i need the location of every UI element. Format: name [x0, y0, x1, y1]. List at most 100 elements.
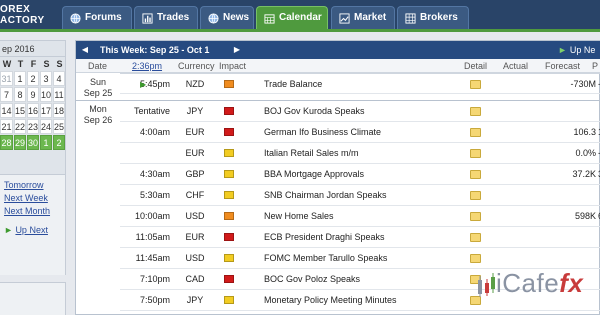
impact-low-icon[interactable]	[224, 170, 234, 178]
folder-detail-icon[interactable]	[470, 254, 481, 263]
up-next-button[interactable]: ► Up Ne	[558, 41, 595, 59]
tab-forums[interactable]: Forums	[62, 6, 132, 30]
event-time: 11:45am	[124, 248, 170, 269]
event-row[interactable]: Tentative JPY BOJ Gov Kuroda Speaks	[120, 101, 600, 122]
impact-medium-icon[interactable]	[224, 212, 234, 220]
calendar-day[interactable]: 18	[53, 103, 65, 118]
calendar-day[interactable]: 7	[0, 87, 13, 102]
impact-low-icon[interactable]	[224, 254, 234, 262]
calendar-day-current-week[interactable]: 1	[40, 135, 52, 150]
event-row[interactable]: 5:30am CHF SNB Chairman Jordan Speaks	[120, 185, 600, 206]
event-title[interactable]: BOC Gov Poloz Speaks	[264, 269, 360, 290]
calendar-day[interactable]: 15	[14, 103, 26, 118]
column-actual: Actual	[503, 61, 529, 71]
calendar-day[interactable]: 25	[53, 119, 65, 134]
event-title[interactable]: New Home Sales	[264, 206, 334, 227]
tab-trades-label: Trades	[157, 12, 190, 23]
event-title[interactable]: FOMC Member Tarullo Speaks	[264, 248, 387, 269]
calendar-day[interactable]: 8	[14, 87, 26, 102]
current-time-link[interactable]: 2:36pm	[132, 59, 162, 73]
day-name: Sun	[89, 77, 106, 87]
week-label: This Week: Sep 25 - Oct 1	[100, 45, 210, 55]
calendar-day[interactable]: 17	[40, 103, 52, 118]
tab-trades[interactable]: Trades	[134, 6, 198, 30]
tab-market[interactable]: Market	[331, 6, 395, 30]
folder-detail-icon[interactable]	[470, 149, 481, 158]
event-row[interactable]: 10:00amUSDNew Home Sales598K6	[120, 206, 600, 227]
event-currency: GBP	[185, 169, 205, 179]
calendar-day[interactable]: 10	[40, 87, 52, 102]
event-row[interactable]: EURItalian Retail Sales m/m0.0%-	[120, 143, 600, 164]
calendar-day[interactable]: 31	[0, 71, 13, 86]
folder-detail-icon[interactable]	[470, 80, 481, 89]
event-title[interactable]: Trade Balance	[264, 74, 322, 95]
impact-high-icon[interactable]	[224, 107, 234, 115]
tab-brokers[interactable]: Brokers	[397, 6, 469, 30]
globe-icon	[70, 13, 81, 24]
mini-calendar: ep 2016 W T F S S 31 1 2 3 4 7 8 9 10 11…	[0, 40, 66, 175]
weekday-label: F	[30, 59, 37, 69]
calendar-day[interactable]: 21	[0, 119, 13, 134]
logo-line-1: OREX	[0, 4, 31, 15]
previous-week-arrow-icon[interactable]: ◀	[78, 41, 92, 59]
calendar-day[interactable]: 24	[40, 119, 52, 134]
calendar-day[interactable]: 22	[14, 119, 26, 134]
impact-high-icon[interactable]	[224, 233, 234, 241]
folder-detail-icon[interactable]	[470, 191, 481, 200]
event-currency: CAD	[185, 274, 205, 284]
tomorrow-link[interactable]: Tomorrow	[0, 179, 65, 192]
tab-calendar[interactable]: Calendar	[256, 6, 328, 30]
folder-detail-icon[interactable]	[470, 170, 481, 179]
event-time-text: 11:45am	[135, 253, 170, 263]
impact-high-icon[interactable]	[224, 275, 234, 283]
calendar-day[interactable]: 2	[27, 71, 39, 86]
calendar-day[interactable]: 9	[27, 87, 39, 102]
impact-medium-icon[interactable]	[224, 80, 234, 88]
impact-low-icon[interactable]	[224, 191, 234, 199]
event-row[interactable]: ▶5:45pmNZDTrade Balance-730M-	[120, 73, 600, 94]
event-title[interactable]: ECB President Draghi Speaks	[264, 227, 385, 248]
folder-detail-icon[interactable]	[470, 107, 481, 116]
event-title[interactable]: SNB Chairman Jordan Speaks	[264, 185, 387, 206]
event-title[interactable]: Italian Retail Sales m/m	[264, 143, 359, 164]
event-currency: USD	[185, 253, 205, 263]
globe-icon	[208, 13, 219, 24]
watermark-text: iCafefx	[496, 268, 583, 299]
calendar-day[interactable]: 23	[27, 119, 39, 134]
grid-icon	[405, 13, 416, 24]
calendar-day[interactable]: 14	[0, 103, 13, 118]
calendar-day[interactable]: 11	[53, 87, 65, 102]
event-row[interactable]: 11:05am EUR ECB President Draghi Speaks	[120, 227, 600, 248]
impact-low-icon[interactable]	[224, 296, 234, 304]
calendar-day-current-week[interactable]: 28	[0, 135, 13, 150]
next-month-link[interactable]: Next Month	[0, 205, 65, 218]
up-next-link[interactable]: ► Up Next	[0, 225, 65, 235]
impact-low-icon[interactable]	[224, 149, 234, 157]
impact-high-icon[interactable]	[224, 128, 234, 136]
event-title[interactable]: Monetary Policy Meeting Minutes	[264, 290, 397, 311]
calendar-day-current-week[interactable]: 2	[53, 135, 65, 150]
event-row[interactable]: 4:00am EUR German Ifo Business Climate 106.…	[120, 122, 600, 143]
calendar-day[interactable]: 3	[40, 71, 52, 86]
calendar-day[interactable]: 1	[14, 71, 26, 86]
event-currency: CHF	[185, 190, 205, 200]
event-time-text: 11:05am	[135, 232, 170, 242]
calendar-day[interactable]: 16	[27, 103, 39, 118]
event-title[interactable]: BOJ Gov Kuroda Speaks	[264, 101, 365, 122]
event-title[interactable]: BBA Mortgage Approvals	[264, 164, 364, 185]
event-time-text: 7:10pm	[139, 274, 170, 284]
top-navigation: OREX ACTORY Forums Trades News Calendar …	[0, 0, 600, 30]
tab-news[interactable]: News	[200, 6, 254, 30]
folder-detail-icon[interactable]	[470, 233, 481, 242]
forex-factory-logo[interactable]: OREX ACTORY	[0, 0, 55, 30]
event-title[interactable]: German Ifo Business Climate	[264, 122, 381, 143]
event-row[interactable]: 11:45am USD FOMC Member Tarullo Speaks	[120, 248, 600, 269]
next-week-link[interactable]: Next Week	[0, 192, 65, 205]
calendar-day-current-week[interactable]: 29	[14, 135, 26, 150]
folder-detail-icon[interactable]	[470, 212, 481, 221]
folder-detail-icon[interactable]	[470, 128, 481, 137]
next-week-arrow-icon[interactable]: ▶	[230, 41, 244, 59]
calendar-day[interactable]: 4	[53, 71, 65, 86]
event-row[interactable]: 4:30amGBPBBA Mortgage Approvals37.2K3	[120, 164, 600, 185]
calendar-day-current-week[interactable]: 30	[27, 135, 39, 150]
